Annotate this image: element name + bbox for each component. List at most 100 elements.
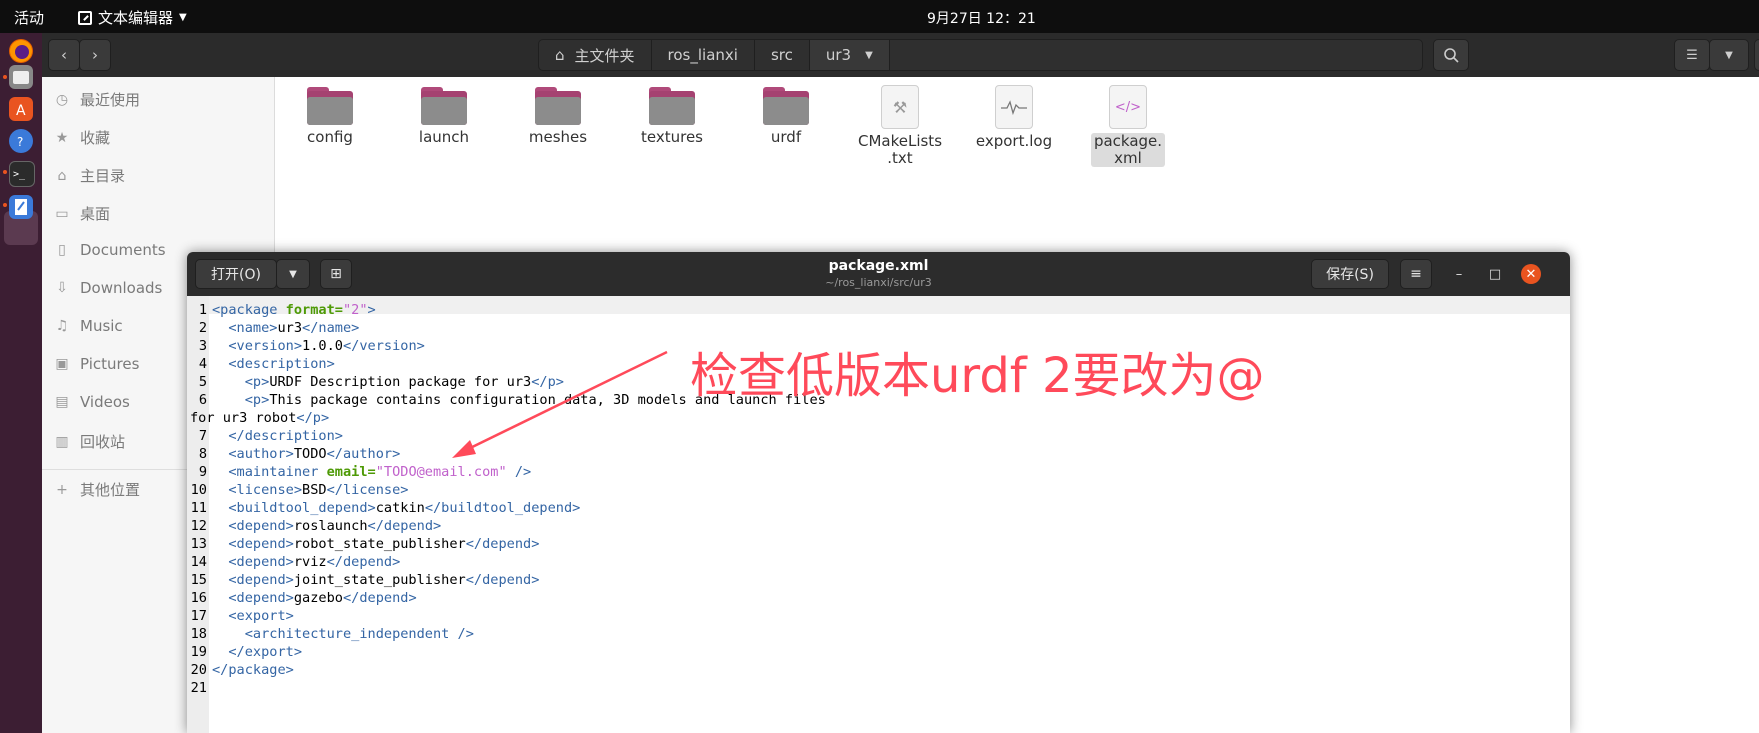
line-number: 19 xyxy=(190,644,207,660)
menu-button[interactable]: ≡ xyxy=(1400,259,1432,289)
sidebar-item-label: Music xyxy=(80,317,123,335)
app-menu[interactable]: 文本编辑器 ▼ xyxy=(78,7,187,28)
line-number: 11 xyxy=(190,500,207,516)
code-line[interactable]: <name>ur3</name> xyxy=(212,320,359,336)
line-number: 15 xyxy=(190,572,207,588)
document-icon: ▯ xyxy=(58,242,66,258)
folder-icon xyxy=(649,85,695,125)
file-item-cmakelists[interactable]: ⚒ CMakeLists .txt xyxy=(854,85,946,167)
menu-button[interactable]: ≡ xyxy=(1754,39,1759,71)
path-segment-home[interactable]: ⌂ 主文件夹 xyxy=(539,40,652,70)
chevron-right-icon: › xyxy=(92,46,98,64)
file-item-package-xml[interactable]: </> package. xml xyxy=(1082,85,1174,167)
line-number: 8 xyxy=(198,446,207,462)
help-icon[interactable]: ? xyxy=(9,129,33,153)
file-item-urdf[interactable]: urdf xyxy=(740,85,832,146)
desktop-icon: ▭ xyxy=(55,205,69,222)
minimize-icon: – xyxy=(1455,266,1463,282)
current-line-highlight xyxy=(209,296,1570,314)
save-button[interactable]: 保存(S) xyxy=(1311,259,1389,289)
code-line[interactable]: <depend>gazebo</depend> xyxy=(212,590,416,606)
file-item-launch[interactable]: launch xyxy=(398,85,490,146)
running-indicator xyxy=(3,75,7,79)
code-line[interactable]: <description> xyxy=(212,356,334,372)
download-icon: ⇩ xyxy=(56,280,68,296)
sidebar-item-recent[interactable]: ◷ 最近使用 xyxy=(54,89,140,110)
files-icon[interactable] xyxy=(9,65,33,89)
sidebar-item-desktop[interactable]: ▭ 桌面 xyxy=(54,203,110,224)
line-number: 21 xyxy=(190,680,207,696)
view-options-button[interactable]: ▼ xyxy=(1709,39,1749,71)
sidebar-item-label: Videos xyxy=(80,393,130,411)
annotation-text: 检查低版本urdf 2要改为@ xyxy=(690,348,1265,404)
file-item-textures[interactable]: textures xyxy=(626,85,718,146)
sidebar-item-pictures[interactable]: ▣ Pictures xyxy=(54,355,139,373)
search-button[interactable] xyxy=(1433,39,1469,71)
code-line[interactable]: <version>1.0.0</version> xyxy=(212,338,424,354)
code-line[interactable]: </package> xyxy=(212,662,294,678)
folder-icon xyxy=(421,85,467,125)
software-icon[interactable]: A xyxy=(9,97,33,121)
line-number: 6 xyxy=(198,392,207,408)
sidebar-item-other-locations[interactable]: + 其他位置 xyxy=(54,479,140,500)
firefox-icon[interactable] xyxy=(9,39,33,63)
file-item-meshes[interactable]: meshes xyxy=(512,85,604,146)
code-line[interactable]: <export> xyxy=(212,608,293,624)
maximize-button[interactable]: □ xyxy=(1485,264,1505,284)
view-list-button[interactable]: ☰ xyxy=(1674,39,1710,71)
search-icon xyxy=(1444,48,1459,63)
code-line[interactable]: <architecture_independent /> xyxy=(212,626,474,642)
code-line[interactable]: <author>TODO</author> xyxy=(212,446,400,462)
file-name: CMakeLists .txt xyxy=(857,132,943,167)
code-line[interactable]: <depend>joint_state_publisher</depend> xyxy=(212,572,539,588)
file-name: export.log xyxy=(975,132,1053,150)
minimize-button[interactable]: – xyxy=(1449,264,1469,284)
path-label: ur3 xyxy=(825,46,852,64)
path-segment-ur3[interactable]: ur3 ▼ xyxy=(809,40,890,70)
code-line[interactable]: <depend>roslaunch</depend> xyxy=(212,518,441,534)
code-line[interactable]: for ur3 robot</p> xyxy=(190,410,329,426)
code-line[interactable]: <buildtool_depend>catkin</buildtool_depe… xyxy=(212,500,580,516)
activities-button[interactable]: 活动 xyxy=(14,7,44,28)
chevron-down-icon: ▼ xyxy=(1725,49,1733,61)
editor-header: 打开(O) ▼ ⊞ package.xml ~/ros_lianxi/src/u… xyxy=(187,252,1570,296)
home-icon: ⌂ xyxy=(555,46,565,64)
code-line[interactable]: <depend>robot_state_publisher</depend> xyxy=(212,536,539,552)
sidebar-item-documents[interactable]: ▯ Documents xyxy=(54,241,165,259)
file-name: urdf xyxy=(770,128,802,146)
code-line[interactable]: </export> xyxy=(212,644,302,660)
line-number-gutter: 1 2 3 4 5 6 7 8 9 10 11 12 13 14 15 16 17 18 19 20 21 xyxy=(187,296,209,733)
file-item-config[interactable]: config xyxy=(284,85,376,146)
text-editor-icon[interactable] xyxy=(9,195,33,219)
code-line[interactable]: <depend>rviz</depend> xyxy=(212,554,400,570)
xml-file-icon: </> xyxy=(1109,85,1147,129)
clock[interactable]: 9月27日 12：21 xyxy=(927,8,1036,28)
sidebar-item-music[interactable]: ♫ Music xyxy=(54,317,123,335)
plus-icon: + xyxy=(56,481,68,498)
chevron-down-icon: ▼ xyxy=(179,12,187,23)
text-editor-icon xyxy=(78,10,92,25)
forward-button[interactable]: › xyxy=(79,39,111,71)
code-line[interactable]: <license>BSD</license> xyxy=(212,482,408,498)
close-icon: ✕ xyxy=(1525,266,1537,282)
file-name: textures xyxy=(641,128,703,146)
terminal-icon[interactable]: >_ xyxy=(9,161,35,187)
file-name: config xyxy=(307,128,353,146)
file-item-export-log[interactable]: export.log xyxy=(968,85,1060,150)
line-number: 1 xyxy=(198,302,207,318)
close-button[interactable]: ✕ xyxy=(1521,264,1541,284)
sidebar-item-downloads[interactable]: ⇩ Downloads xyxy=(54,279,162,297)
sidebar-item-home[interactable]: ⌂ 主目录 xyxy=(54,165,125,186)
code-line[interactable]: </description> xyxy=(212,428,343,444)
code-line[interactable]: <p>URDF Description package for ur3</p> xyxy=(212,374,564,390)
sidebar-item-trash[interactable]: ▥ 回收站 xyxy=(54,431,125,452)
path-segment-ros-lianxi[interactable]: ros_lianxi xyxy=(652,40,755,70)
sidebar-item-starred[interactable]: ★ 收藏 xyxy=(54,127,110,148)
path-segment-src[interactable]: src xyxy=(755,40,810,70)
running-indicator xyxy=(3,203,7,207)
file-manager-header: ‹ › ⌂ 主文件夹 ros_lianxi src ur3 ▼ ☰ ▼ ≡ xyxy=(42,33,1759,78)
sidebar-item-videos[interactable]: ▤ Videos xyxy=(54,393,130,411)
back-button[interactable]: ‹ xyxy=(48,39,80,71)
code-line[interactable]: <maintainer email="TODO@email.com" /> xyxy=(212,464,531,480)
code-line[interactable]: <package format="2"> xyxy=(212,302,376,318)
